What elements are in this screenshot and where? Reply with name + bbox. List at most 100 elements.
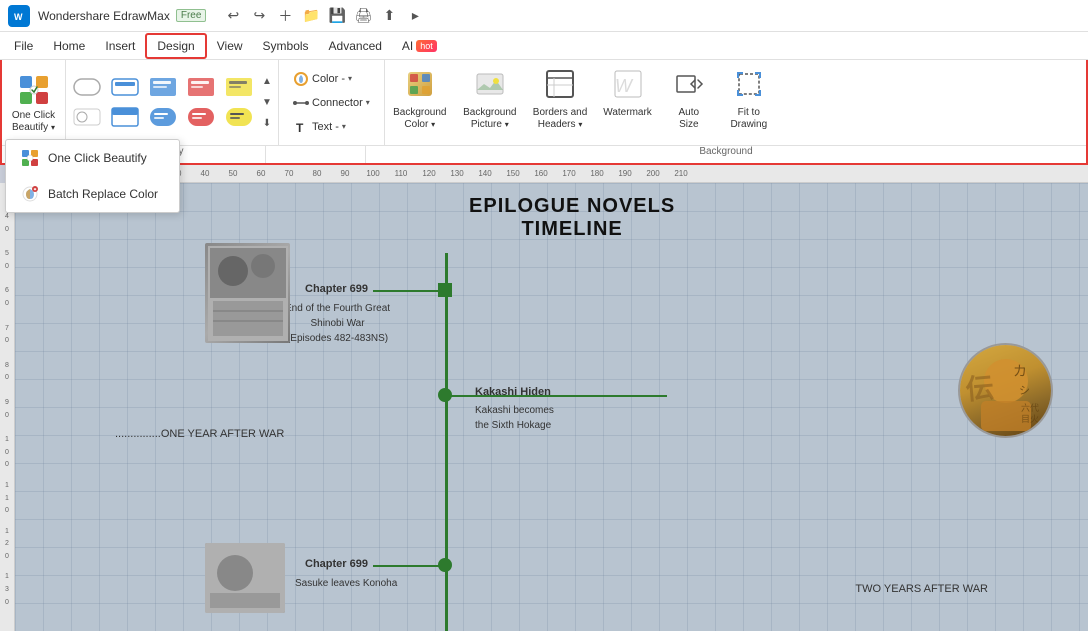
scroll-expand-arrow[interactable]: ⬇ (260, 117, 274, 131)
one-click-beautify-label2: Beautify (12, 122, 48, 133)
batch-replace-color-icon (20, 184, 40, 204)
dot-2 (438, 388, 452, 402)
connector-button[interactable]: Connector ▾ (287, 93, 376, 113)
redo-button[interactable]: ↪ (248, 5, 270, 27)
scroll-up-arrow[interactable]: ▲ (260, 75, 274, 89)
save-button[interactable]: 💾 (326, 5, 348, 27)
style-shape-9[interactable] (184, 104, 218, 130)
borders-dropdown: ▾ (578, 120, 582, 129)
svg-text:六代: 六代 (1021, 402, 1039, 413)
beautify-dropdown-arrow: ▾ (51, 123, 55, 132)
menu-insert[interactable]: Insert (95, 35, 145, 57)
kakashi-becomes-label: Kakashi becomesthe Sixth Hokage (475, 403, 554, 433)
export-button[interactable]: ⬆ (378, 5, 400, 27)
titlebar: W Wondershare EdrawMax Free ↩ ↪ ＋ 📁 💾 🖨 … (0, 0, 1088, 32)
titlebar-tools: ↩ ↪ ＋ 📁 💾 🖨 ⬆ ▸ (222, 5, 426, 27)
bg-color-dropdown: ▾ (431, 120, 435, 129)
menu-view[interactable]: View (207, 35, 253, 57)
blank-label (266, 146, 366, 163)
canvas[interactable]: EPILOGUE NOVELS TIMELINE Chapter 699 End… (15, 183, 1088, 631)
menu-ai[interactable]: AI hot (392, 35, 447, 57)
text-dropdown-arrow: ▾ (342, 122, 346, 131)
auto-size-label: Auto (679, 107, 700, 118)
title-line1: EPILOGUE NOVELS (469, 195, 675, 218)
background-color-label2: Color (404, 119, 428, 130)
play-button[interactable]: ▸ (404, 5, 426, 27)
menu-design[interactable]: Design (145, 33, 206, 59)
side-ruler: 40 50 60 70 80 90 100 110 120 130 (5, 211, 9, 609)
svg-text:シ: シ (1019, 385, 1030, 397)
menu-symbols[interactable]: Symbols (253, 35, 319, 57)
ruler-mark: 80 (303, 169, 331, 178)
war-desc: End of the Fourth GreatShinobi War(Episo… (285, 301, 390, 346)
style-shape-4[interactable] (184, 74, 218, 100)
background-color-button[interactable]: Background Color ▾ (385, 60, 455, 145)
one-click-beautify-icon (20, 148, 40, 168)
borders-headers-label2: Headers (538, 119, 576, 130)
manga-thumb-1 (205, 243, 290, 343)
menu-file[interactable]: File (4, 35, 43, 57)
style-shape-1[interactable] (70, 74, 104, 100)
two-years-label: TWO YEARS AFTER WAR (855, 583, 988, 595)
dot-1 (438, 283, 452, 297)
print-button[interactable]: 🖨 (352, 5, 374, 27)
connector-dropdown-arrow: ▾ (366, 98, 370, 107)
ruler-mark: 40 (191, 169, 219, 178)
timeline-vertical-line (445, 253, 448, 631)
ruler-mark: 60 (247, 169, 275, 178)
h-line-1 (373, 290, 445, 292)
ruler-mark: 140 (471, 169, 499, 178)
style-shape-8[interactable] (146, 104, 180, 130)
background-color-label: Background (393, 107, 446, 118)
color-button[interactable]: Color - ▾ (287, 69, 376, 89)
ruler-mark: 190 (611, 169, 639, 178)
open-button[interactable]: 📁 (300, 5, 322, 27)
svg-text:目火: 目火 (1021, 414, 1039, 424)
fit-to-drawing-label: Fit to (738, 107, 760, 118)
style-shape-3[interactable] (146, 74, 180, 100)
borders-headers-button[interactable]: Borders and Headers ▾ (525, 60, 595, 145)
watermark-button[interactable]: W Watermark (595, 60, 660, 145)
batch-replace-color-menu-label: Batch Replace Color (48, 187, 158, 201)
ai-label: AI (402, 39, 413, 53)
hot-badge: hot (416, 40, 437, 52)
fit-to-drawing-label2: Drawing (730, 119, 767, 130)
style-shape-2[interactable] (108, 74, 142, 100)
new-button[interactable]: ＋ (274, 5, 296, 27)
menu-home[interactable]: Home (43, 35, 95, 57)
ruler-mark: 180 (583, 169, 611, 178)
ruler-mark: 130 (443, 169, 471, 178)
background-picture-label: Background (463, 107, 516, 118)
ruler-mark: 110 (387, 169, 415, 178)
background-picture-label2: Picture (471, 119, 502, 130)
undo-button[interactable]: ↩ (222, 5, 244, 27)
scroll-down-arrow[interactable]: ▼ (260, 96, 274, 110)
borders-headers-label: Borders and (533, 107, 587, 118)
app-logo: W (8, 5, 30, 27)
background-picture-button[interactable]: Background Picture ▾ (455, 60, 525, 145)
style-shape-6[interactable] (70, 104, 104, 130)
connector-label: Connector (312, 97, 363, 109)
diagram-title: EPILOGUE NOVELS TIMELINE (469, 195, 675, 241)
one-click-beautify-button[interactable]: One Click Beautify ▾ (2, 60, 66, 145)
svg-text:カ: カ (1013, 363, 1027, 379)
manga-thumb-2 (205, 543, 285, 613)
auto-size-button[interactable]: Auto Size (660, 60, 718, 145)
text-button[interactable]: T Text - ▾ (287, 117, 376, 137)
title-line2: TIMELINE (469, 218, 675, 241)
menu-advanced[interactable]: Advanced (319, 35, 392, 57)
style-shape-10[interactable] (222, 104, 256, 130)
ruler-mark: 160 (527, 169, 555, 178)
menu-item-one-click-beautify[interactable]: One Click Beautify (6, 140, 179, 176)
one-click-beautify-menu-label: One Click Beautify (48, 151, 147, 165)
bg-picture-dropdown: ▾ (505, 120, 509, 129)
text-label: Text - (312, 121, 339, 133)
svg-text:伝: 伝 (964, 372, 995, 405)
fit-to-drawing-button[interactable]: Fit to Drawing (718, 60, 780, 145)
sasuke-label: Sasuke leaves Konoha (295, 578, 397, 589)
svg-text:T: T (296, 121, 304, 135)
style-shape-7[interactable] (108, 104, 142, 130)
menu-item-batch-replace-color[interactable]: Batch Replace Color (6, 176, 179, 212)
h-line-3 (373, 565, 445, 567)
style-shape-5[interactable] (222, 74, 256, 100)
